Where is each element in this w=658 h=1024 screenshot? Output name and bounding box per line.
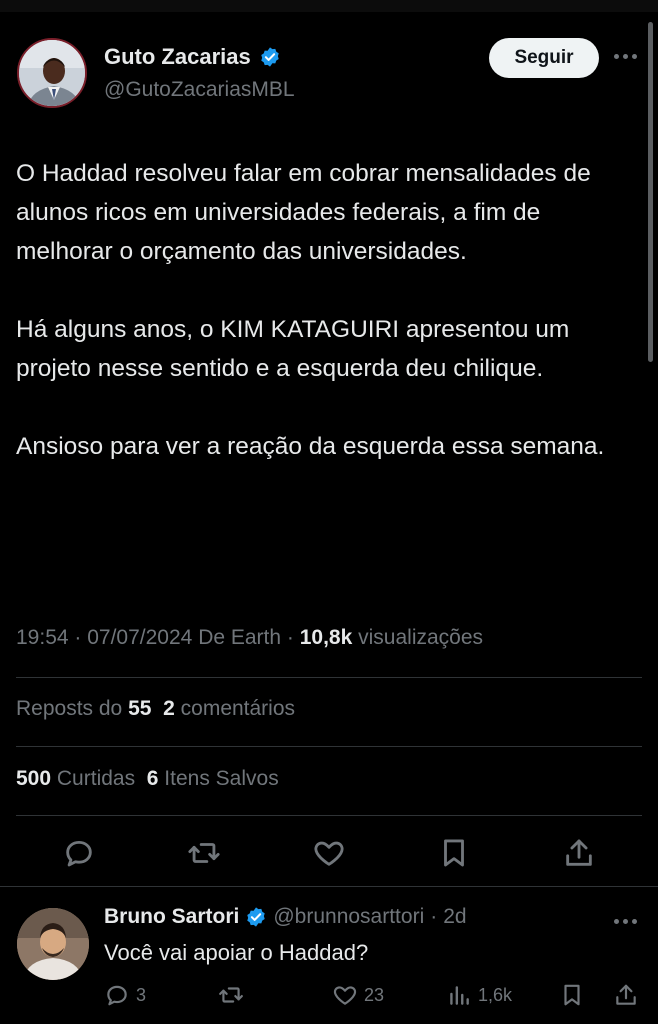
share-icon xyxy=(616,984,636,1005)
views-count: 10,8k xyxy=(299,626,353,649)
like-icon[interactable] xyxy=(312,836,346,870)
likes-count: 500 xyxy=(16,767,52,790)
saves-label: Itens Salvos xyxy=(164,767,279,790)
tweet-paragraph: Ansioso para ver a reação da esquerda es… xyxy=(16,433,605,460)
tweet-source: De Earth xyxy=(198,626,282,649)
tweet-header: Guto Zacarias @GutoZacariasMBL Seguir xyxy=(0,34,658,114)
reply-likes-count: 23 xyxy=(364,984,385,1005)
saves-count: 6 xyxy=(146,767,159,790)
divider xyxy=(16,746,642,747)
tweet-paragraph: O Haddad resolveu falar em cobrar mensal… xyxy=(16,160,591,265)
tweet-text: O Haddad resolveu falar em cobrar mensal… xyxy=(16,154,642,466)
repost-icon[interactable] xyxy=(187,836,221,870)
likes-label: Curtidas xyxy=(56,767,136,790)
comments-link[interactable]: 2 comentários xyxy=(163,697,295,720)
repost-stats: Reposts do 55 2 comentários xyxy=(16,697,295,721)
comments-label: comentários xyxy=(180,697,296,720)
reply-icon[interactable] xyxy=(62,836,96,870)
more-options-icon[interactable] xyxy=(614,48,642,64)
reply-share-button[interactable] xyxy=(613,982,639,1008)
reply-avatar[interactable] xyxy=(17,908,89,980)
like-icon xyxy=(333,986,357,1005)
comments-count: 2 xyxy=(163,697,175,720)
reply-bookmark-button[interactable] xyxy=(559,982,585,1008)
bookmark-icon xyxy=(564,984,580,1006)
reposts-label: Reposts do xyxy=(16,697,123,720)
verified-badge-icon xyxy=(261,47,279,67)
tweet-action-bar xyxy=(0,830,658,874)
likes-link[interactable]: 500 Curtidas xyxy=(16,767,135,790)
divider xyxy=(0,886,658,887)
reply-author-handle[interactable]: @brunnosarttori xyxy=(273,905,424,929)
reply-author-name[interactable]: Bruno Sartori xyxy=(104,905,239,929)
views-icon xyxy=(450,986,469,1005)
reply-text: Você vai apoiar o Haddad? xyxy=(104,940,369,965)
reposts-count: 55 xyxy=(128,697,152,720)
reposts-link[interactable]: Reposts do 55 xyxy=(16,697,151,720)
repost-icon xyxy=(219,987,243,1003)
reply-header: Bruno Sartori @brunnosarttori · 2d xyxy=(104,905,467,929)
like-stats: 500 Curtidas 6 Itens Salvos xyxy=(16,767,279,791)
reply-repost-button[interactable] xyxy=(218,982,244,1008)
saves-link[interactable]: 6 Itens Salvos xyxy=(147,767,279,790)
reply-replies-count: 3 xyxy=(136,984,147,1005)
divider xyxy=(16,815,642,816)
reply-views-button[interactable]: 1,6k xyxy=(446,982,512,1008)
tweet-paragraph: Há alguns anos, o KIM KATAGUIRI apresent… xyxy=(16,316,570,382)
top-strip xyxy=(0,0,658,12)
share-icon[interactable] xyxy=(562,836,596,870)
follow-button[interactable]: Seguir xyxy=(489,38,599,78)
reply-icon xyxy=(107,985,127,1006)
author-handle[interactable]: @GutoZacariasMBL xyxy=(104,78,295,102)
more-options-icon[interactable] xyxy=(614,916,642,926)
bookmark-icon[interactable] xyxy=(437,836,471,870)
divider xyxy=(16,677,642,678)
tweet-time[interactable]: 19:54 xyxy=(16,626,69,649)
tweet-meta: 19:54 · 07/07/2024 De Earth · 10,8k visu… xyxy=(16,626,484,649)
reply-reply-button[interactable]: 3 xyxy=(104,982,146,1008)
views-label: visualizações xyxy=(358,626,484,649)
reply-action-bar: 3 23 1,6k xyxy=(104,982,644,1014)
author-name-row: Guto Zacarias xyxy=(104,44,281,70)
author-avatar[interactable] xyxy=(17,38,87,108)
tweet-date[interactable]: 07/07/2024 xyxy=(87,626,192,649)
reply-like-button[interactable]: 23 xyxy=(332,982,384,1008)
reply-time[interactable]: 2d xyxy=(443,905,466,929)
verified-badge-icon xyxy=(247,907,266,927)
author-name[interactable]: Guto Zacarias xyxy=(104,44,251,70)
reply-views-count: 1,6k xyxy=(478,984,513,1005)
